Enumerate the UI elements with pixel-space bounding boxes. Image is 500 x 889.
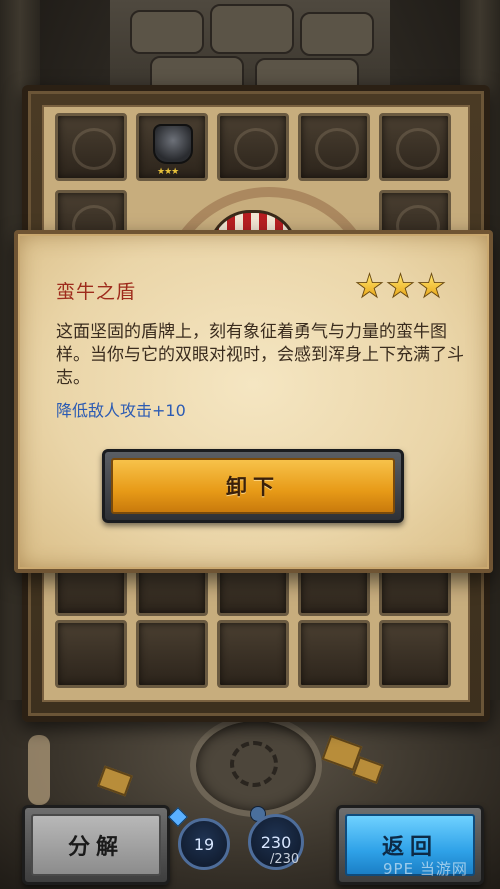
- decompose-button[interactable]: 分解: [22, 805, 170, 885]
- equipment-slot[interactable]: [217, 113, 289, 181]
- lizard-skeleton: [28, 735, 50, 805]
- item-effect: 降低敌人攻击+10: [56, 401, 186, 420]
- unequip-button[interactable]: 卸下: [102, 449, 404, 523]
- unequip-button-label: 卸下: [226, 475, 280, 499]
- star-icon: [355, 272, 384, 299]
- star-icon: [417, 272, 446, 299]
- equipment-slot[interactable]: [298, 113, 370, 181]
- decompose-button-label: 分解: [67, 835, 124, 860]
- bag-slot[interactable]: [379, 620, 451, 688]
- slot-stars: ★★★: [157, 167, 179, 177]
- equipment-slot[interactable]: [55, 113, 127, 181]
- star-icon: [386, 272, 415, 299]
- equipment-slot-equipped[interactable]: ★★★: [136, 113, 208, 181]
- armor-icon: [153, 124, 193, 164]
- item-info-card: 蛮牛之盾 这面坚固的盾牌上，刻有象征着勇气与力量的蛮牛图样。当你与它的双眼对视时…: [14, 230, 493, 573]
- item-description: 这面坚固的盾牌上，刻有象征着勇气与力量的蛮牛图样。当你与它的双眼对视时，会感到浑…: [56, 322, 464, 388]
- inventory-max: /230: [270, 852, 300, 867]
- decompose-button-face: 分解: [31, 814, 161, 876]
- bag-slot[interactable]: [217, 620, 289, 688]
- back-button-label: 返回: [381, 835, 438, 860]
- slot-placeholder-icon: [396, 128, 440, 170]
- bag-slot[interactable]: [298, 620, 370, 688]
- unequip-button-face: 卸下: [111, 458, 395, 514]
- equipment-slot[interactable]: [379, 113, 451, 181]
- watermark: 9PE 当游网: [383, 860, 468, 878]
- bag-slot[interactable]: [136, 620, 208, 688]
- floor-seal: [190, 715, 322, 817]
- item-rating: [355, 272, 447, 302]
- slot-placeholder-icon: [72, 128, 116, 170]
- gem-counter: 19: [178, 818, 230, 870]
- slot-placeholder-icon: [315, 128, 359, 170]
- slot-placeholder-icon: [234, 128, 278, 170]
- item-name: 蛮牛之盾: [56, 281, 137, 303]
- bag-slot[interactable]: [55, 620, 127, 688]
